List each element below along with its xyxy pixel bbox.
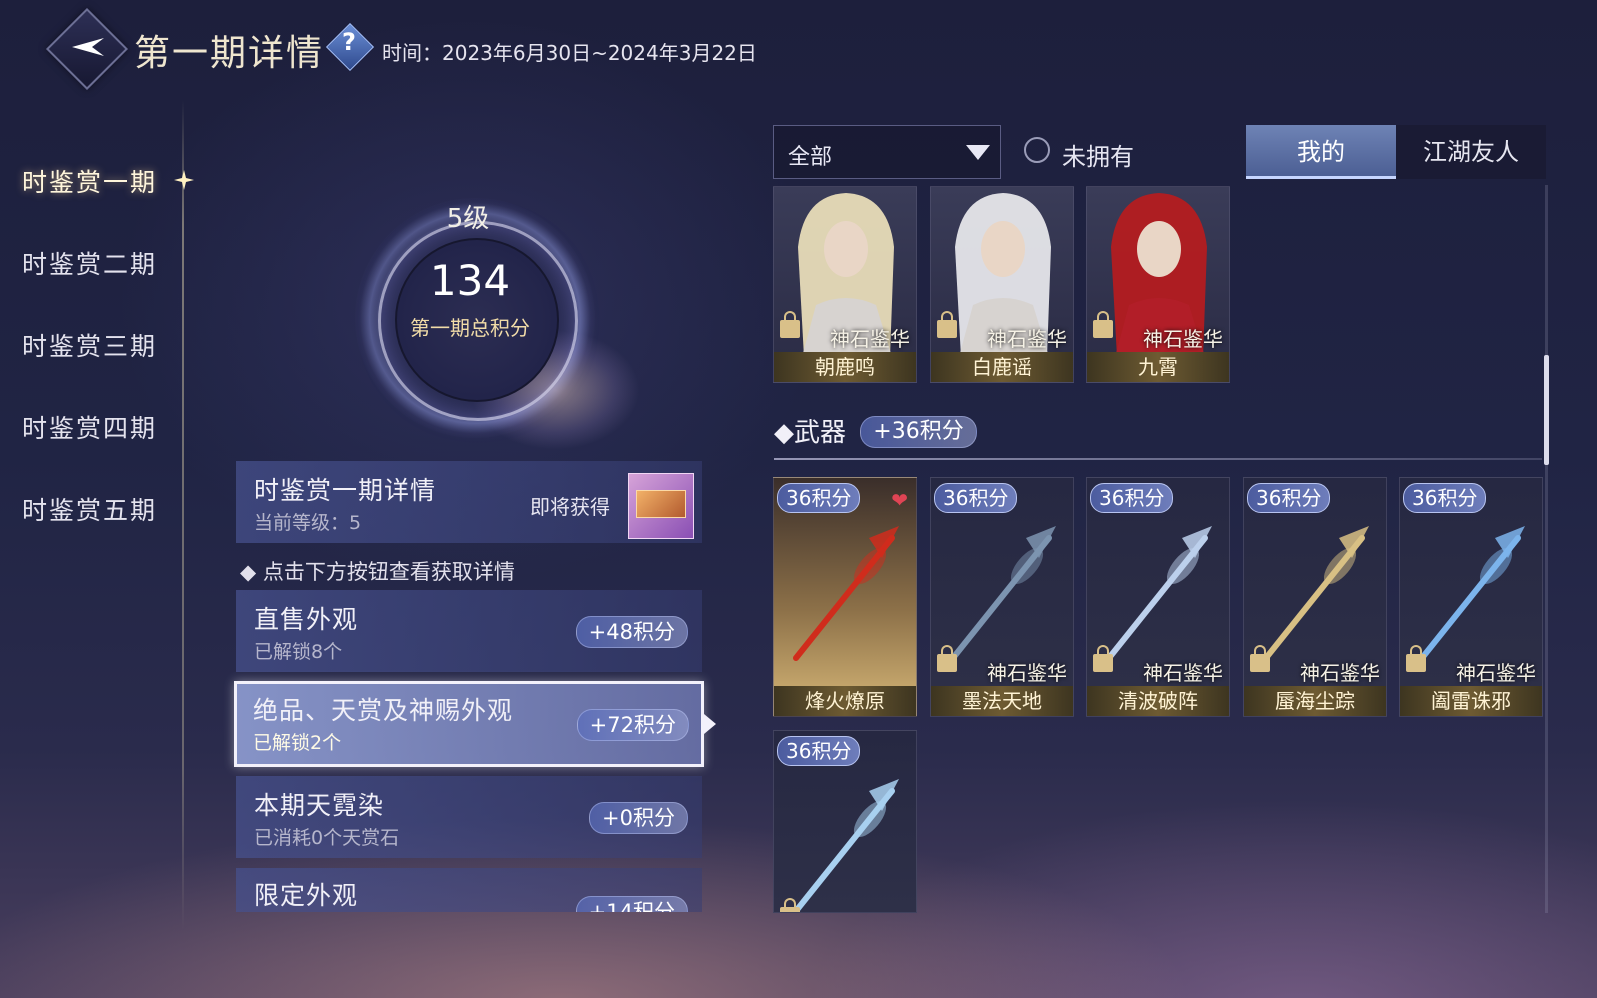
- chevron-down-icon: [966, 145, 990, 160]
- weapon-card[interactable]: 36积分神石鉴华 阖雷诛邪: [1399, 477, 1543, 717]
- nav-item-period-3[interactable]: 时鉴赏三期: [22, 327, 157, 363]
- card-name: 清波破阵: [1087, 686, 1229, 716]
- back-arrow-icon: [72, 38, 104, 56]
- category-title: 绝品、天赏及神赐外观: [253, 696, 514, 725]
- category-limited[interactable]: 限定外观 +14积分: [236, 868, 702, 912]
- reward-ticket-icon: [636, 490, 686, 518]
- lock-icon: [1250, 645, 1270, 672]
- upcoming-reward-label: 即将获得: [530, 495, 610, 519]
- weapon-image: [793, 779, 899, 912]
- weapon-section-title: ◆武器 +36积分: [774, 412, 977, 449]
- card-tag: 神石鉴华: [987, 327, 1067, 351]
- category-points: +0积分: [589, 802, 688, 834]
- weapon-card[interactable]: 36积分: [773, 730, 917, 913]
- category-premium[interactable]: 绝品、天赏及神赐外观 已解锁2个 +72积分: [234, 681, 704, 767]
- unowned-label[interactable]: 未拥有: [1062, 137, 1134, 172]
- category-points: +48积分: [575, 616, 688, 648]
- lock-icon: [1093, 645, 1113, 672]
- card-name: 烽火燎原: [774, 686, 916, 716]
- lock-icon: [937, 645, 957, 672]
- nav-divider: [182, 100, 184, 930]
- tab-mine[interactable]: 我的: [1246, 125, 1396, 179]
- section-divider: [774, 458, 1542, 460]
- nav-item-period-4[interactable]: 时鉴赏四期: [22, 409, 157, 445]
- hair-card[interactable]: 神石鉴华 白鹿谣: [930, 186, 1074, 383]
- points-badge: 36积分: [1090, 483, 1174, 513]
- category-title: 本期天霓染: [254, 791, 385, 820]
- nav-item-period-5[interactable]: 时鉴赏五期: [22, 491, 157, 527]
- scrollbar-track[interactable]: [1545, 185, 1548, 913]
- weapon-section-label: 武器: [794, 418, 847, 448]
- lock-icon: [1406, 645, 1426, 672]
- card-tag: 神石鉴华: [830, 327, 910, 351]
- category-title: 直售外观: [254, 605, 359, 634]
- filter-dropdown-value: 全部: [788, 145, 833, 170]
- lock-icon: [1093, 311, 1113, 338]
- current-level: 当前等级：5: [254, 512, 362, 534]
- card-tag: 神石鉴华: [987, 661, 1067, 685]
- points-badge: 36积分: [777, 483, 861, 513]
- heart-icon: ❤: [891, 488, 908, 512]
- hair-card[interactable]: 神石鉴华 九霄: [1086, 186, 1230, 383]
- card-name: 朝鹿鸣: [774, 352, 916, 382]
- category-dye[interactable]: 本期天霓染 已消耗0个天赏石 +0积分: [236, 776, 702, 858]
- category-title: 限定外观: [254, 881, 359, 910]
- weapon-section-points: +36积分: [860, 416, 977, 448]
- tab-friends[interactable]: 江湖友人: [1396, 125, 1546, 179]
- unowned-radio[interactable]: [1024, 137, 1050, 163]
- lock-icon: [780, 898, 800, 912]
- period-text: 时间：2023年6月30日~2024年3月22日: [382, 41, 757, 65]
- points-badge: 36积分: [1247, 483, 1331, 513]
- active-star-icon: [174, 170, 194, 190]
- hair-card[interactable]: 神石鉴华 朝鹿鸣: [773, 186, 917, 383]
- selected-pointer-icon: [704, 714, 716, 734]
- hint-label: 点击下方按钮查看获取详情: [262, 560, 515, 584]
- scrollbar-thumb[interactable]: [1544, 355, 1549, 465]
- detail-title: 时鉴赏一期详情: [254, 476, 437, 505]
- total-score: 134: [429, 256, 511, 305]
- weapon-card[interactable]: 36积分神石鉴华 墨法天地: [930, 477, 1074, 717]
- help-icon: ?: [342, 28, 356, 56]
- points-badge: 36积分: [934, 483, 1018, 513]
- card-name: 白鹿谣: [931, 352, 1073, 382]
- card-tag: 神石鉴华: [1300, 661, 1380, 685]
- category-sub: 已解锁8个: [254, 641, 343, 663]
- weapon-card[interactable]: 36积分神石鉴华 蜃海尘踪: [1243, 477, 1387, 717]
- card-name: 蜃海尘踪: [1244, 686, 1386, 716]
- points-badge: 36积分: [1403, 483, 1487, 513]
- level-label: 5级: [446, 204, 490, 234]
- hint-text: ◆ 点击下方按钮查看获取详情: [240, 560, 515, 584]
- lock-icon: [780, 311, 800, 338]
- weapon-image: [793, 526, 899, 661]
- nav-item-period-1[interactable]: 时鉴赏一期: [22, 163, 157, 199]
- card-name: 九霄: [1087, 352, 1229, 382]
- lock-icon: [937, 311, 957, 338]
- category-points: +72积分: [576, 709, 689, 741]
- category-points: +14积分: [575, 896, 688, 912]
- category-sub: 已消耗0个天赏石: [254, 827, 400, 849]
- card-name: 墨法天地: [931, 686, 1073, 716]
- points-badge: 36积分: [777, 736, 861, 766]
- total-score-label: 第一期总积分: [410, 316, 530, 340]
- card-name: 阖雷诛邪: [1400, 686, 1542, 716]
- card-tag: 神石鉴华: [1143, 327, 1223, 351]
- card-tag: 神石鉴华: [1456, 661, 1536, 685]
- nav-item-period-2[interactable]: 时鉴赏二期: [22, 245, 157, 281]
- card-tag: 神石鉴华: [1143, 661, 1223, 685]
- category-sub: 已解锁2个: [253, 732, 342, 754]
- page-title: 第一期详情: [134, 33, 325, 74]
- weapon-card[interactable]: 36积分神石鉴华 清波破阵: [1086, 477, 1230, 717]
- weapon-card[interactable]: 36积分 ❤ 烽火燎原: [773, 477, 917, 717]
- category-direct-sale[interactable]: 直售外观 已解锁8个 +48积分: [236, 590, 702, 672]
